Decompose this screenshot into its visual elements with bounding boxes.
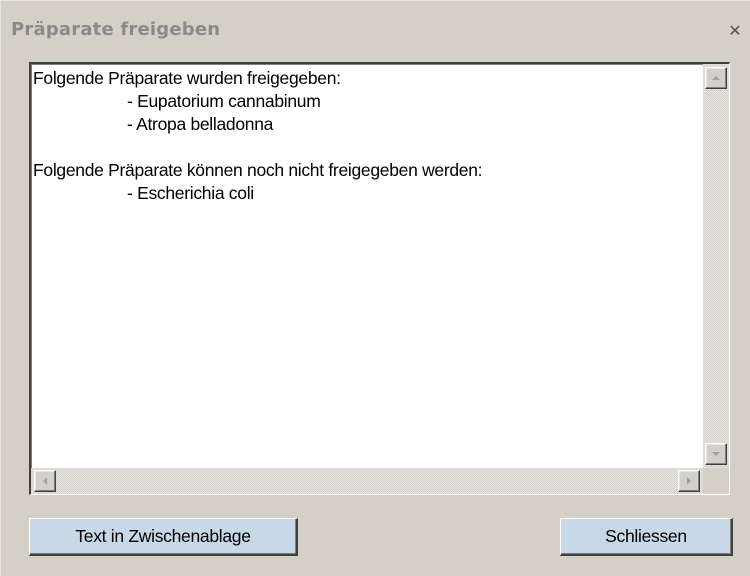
close-icon[interactable]: ✕: [727, 23, 743, 39]
dialog-title: Präparate freigeben: [11, 19, 221, 40]
text-line: Folgende Präparate können noch nicht fre…: [33, 160, 483, 180]
dialog-window: Präparate freigeben ✕ Folgende Präparate…: [0, 0, 750, 576]
arrow-up-icon: [712, 76, 720, 80]
text-line: - Escherichia coli: [127, 183, 254, 203]
result-textarea[interactable]: Folgende Präparate wurden freigegeben: -…: [29, 62, 730, 495]
text-line: - Eupatorium cannabinum: [127, 91, 321, 111]
vertical-scrollbar[interactable]: [703, 64, 729, 468]
scroll-down-button[interactable]: [705, 443, 727, 465]
text-line: Folgende Präparate wurden freigegeben:: [33, 68, 341, 88]
horizontal-scrollbar[interactable]: [31, 468, 703, 494]
arrow-left-icon: [43, 477, 47, 485]
scroll-up-button[interactable]: [705, 67, 727, 89]
title-bar[interactable]: Präparate freigeben ✕: [7, 11, 745, 45]
copy-to-clipboard-button[interactable]: Text in Zwischenablage: [29, 518, 298, 556]
scroll-right-button[interactable]: [678, 470, 700, 492]
arrow-right-icon: [687, 477, 691, 485]
arrow-down-icon: [712, 452, 720, 456]
text-line: - Atropa belladonna: [127, 114, 274, 134]
textarea-content[interactable]: Folgende Präparate wurden freigegeben: -…: [33, 67, 702, 467]
text-line: [33, 136, 702, 159]
scrollbar-corner: [703, 468, 729, 494]
scroll-left-button[interactable]: [34, 470, 56, 492]
close-button[interactable]: Schliessen: [560, 518, 733, 556]
